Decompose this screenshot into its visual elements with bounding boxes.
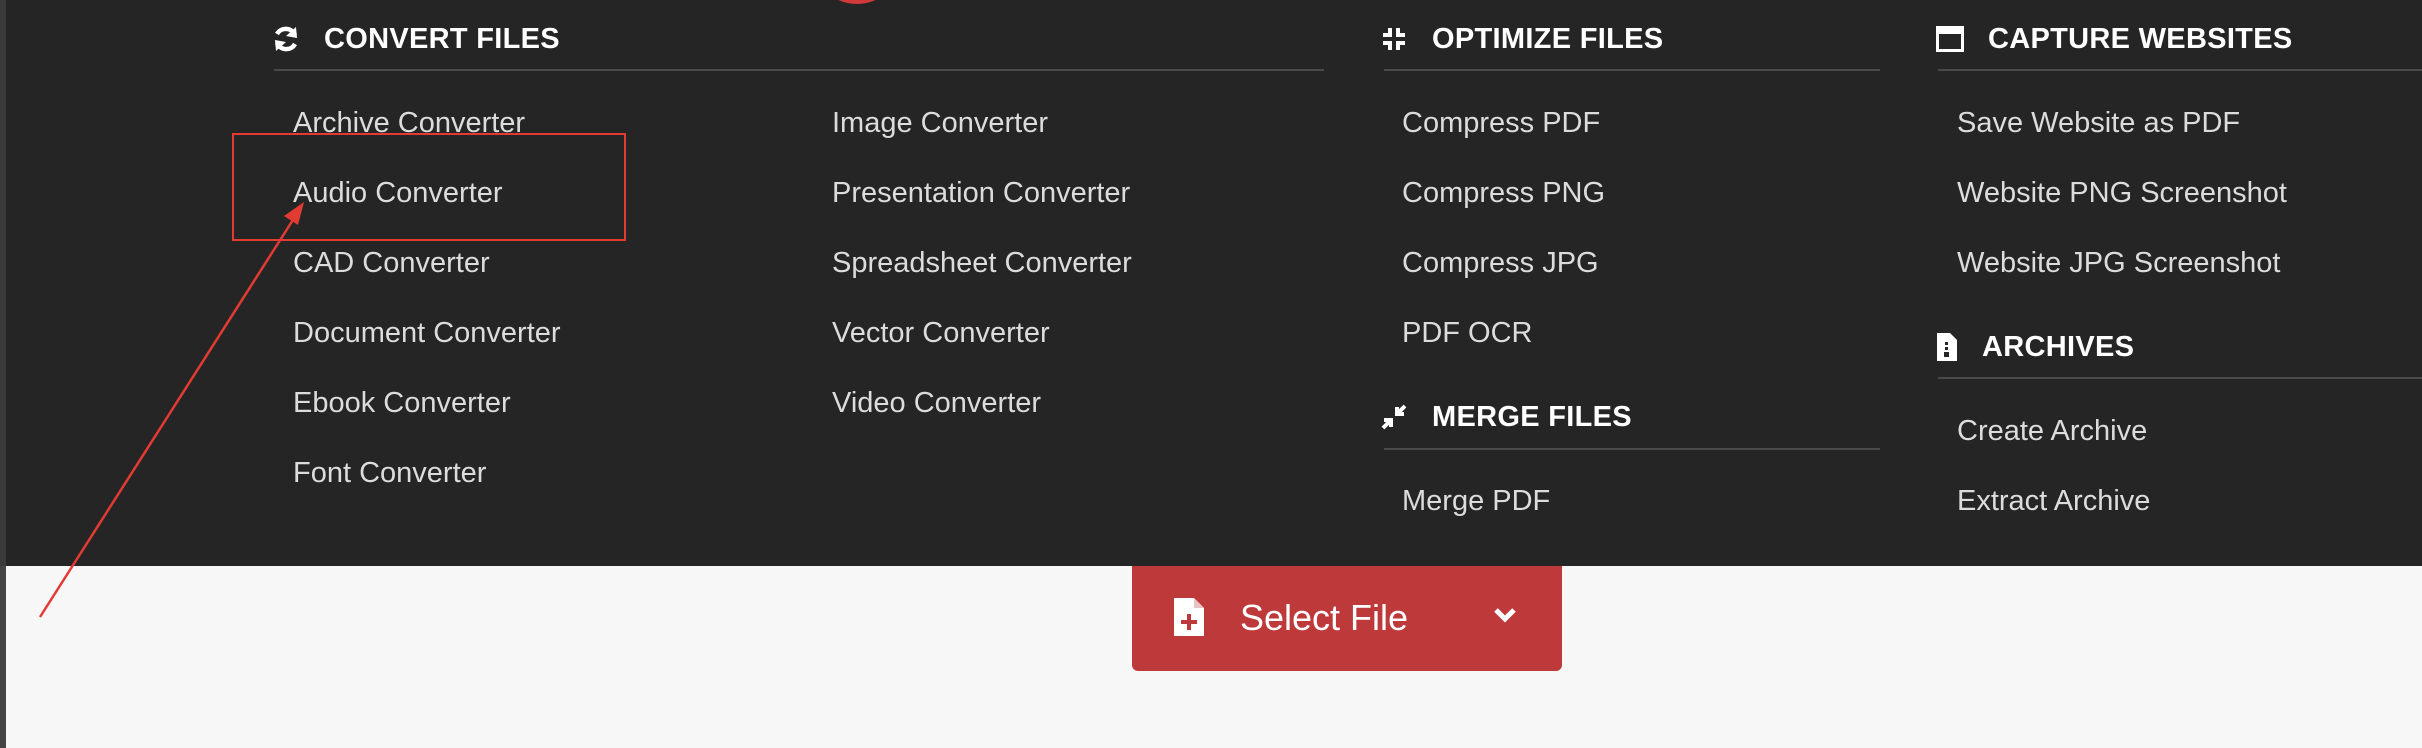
create-archive-link[interactable]: Create Archive: [1957, 411, 2147, 451]
extract-archive-link[interactable]: Extract Archive: [1957, 481, 2150, 521]
compress-jpg-link[interactable]: Compress JPG: [1402, 243, 1599, 283]
capture-websites-divider: [1938, 69, 2422, 71]
merge-pdf-link[interactable]: Merge PDF: [1402, 481, 1550, 521]
vector-converter-link[interactable]: Vector Converter: [832, 313, 1050, 353]
browser-window-icon: [1934, 23, 1966, 55]
merge-files-title: MERGE FILES: [1432, 400, 1632, 433]
archives-title: ARCHIVES: [1982, 330, 2135, 363]
optimize-files-heading: OPTIMIZE FILES: [1378, 19, 1663, 59]
archives-divider: [1938, 377, 2422, 379]
merge-files-divider: [1384, 448, 1880, 450]
image-converter-link[interactable]: Image Converter: [832, 103, 1048, 143]
presentation-converter-link[interactable]: Presentation Converter: [832, 173, 1130, 213]
pdf-ocr-link[interactable]: PDF OCR: [1402, 313, 1533, 353]
chevron-down-icon[interactable]: [1490, 602, 1520, 631]
ebook-converter-link[interactable]: Ebook Converter: [293, 383, 511, 423]
select-file-label: Select File: [1240, 597, 1409, 638]
compress-png-link[interactable]: Compress PNG: [1402, 173, 1605, 213]
refresh-icon: [270, 23, 302, 55]
video-converter-link[interactable]: Video Converter: [832, 383, 1041, 423]
select-file-button[interactable]: Select File: [1132, 566, 1562, 671]
compress-icon: [1378, 23, 1410, 55]
convert-files-divider: [274, 69, 1324, 71]
convert-files-mega-menu: CONVERT FILES Archive Converter Audio Co…: [0, 0, 2422, 566]
spreadsheet-converter-link[interactable]: Spreadsheet Converter: [832, 243, 1132, 283]
document-converter-link[interactable]: Document Converter: [293, 313, 561, 353]
font-converter-link[interactable]: Font Converter: [293, 453, 486, 493]
file-add-icon: [1172, 596, 1206, 643]
left-window-edge: [0, 566, 6, 748]
website-jpg-screenshot-link[interactable]: Website JPG Screenshot: [1957, 243, 2280, 283]
convert-files-title: CONVERT FILES: [324, 22, 560, 55]
optimize-files-divider: [1384, 69, 1880, 71]
archives-heading: ARCHIVES: [1934, 327, 2134, 367]
compress-pdf-link[interactable]: Compress PDF: [1402, 103, 1600, 143]
capture-websites-title: CAPTURE WEBSITES: [1988, 22, 2293, 55]
optimize-files-title: OPTIMIZE FILES: [1432, 22, 1664, 55]
convert-files-heading: CONVERT FILES: [270, 19, 560, 59]
archive-file-icon: [1934, 331, 1960, 363]
merge-files-heading: MERGE FILES: [1378, 397, 1632, 437]
capture-websites-heading: CAPTURE WEBSITES: [1934, 19, 2293, 59]
merge-icon: [1378, 401, 1410, 433]
annotation-highlight-box: [232, 133, 626, 241]
save-website-as-pdf-link[interactable]: Save Website as PDF: [1957, 103, 2240, 143]
website-png-screenshot-link[interactable]: Website PNG Screenshot: [1957, 173, 2287, 213]
cad-converter-link[interactable]: CAD Converter: [293, 243, 490, 283]
logo-fragment: [812, 0, 902, 4]
